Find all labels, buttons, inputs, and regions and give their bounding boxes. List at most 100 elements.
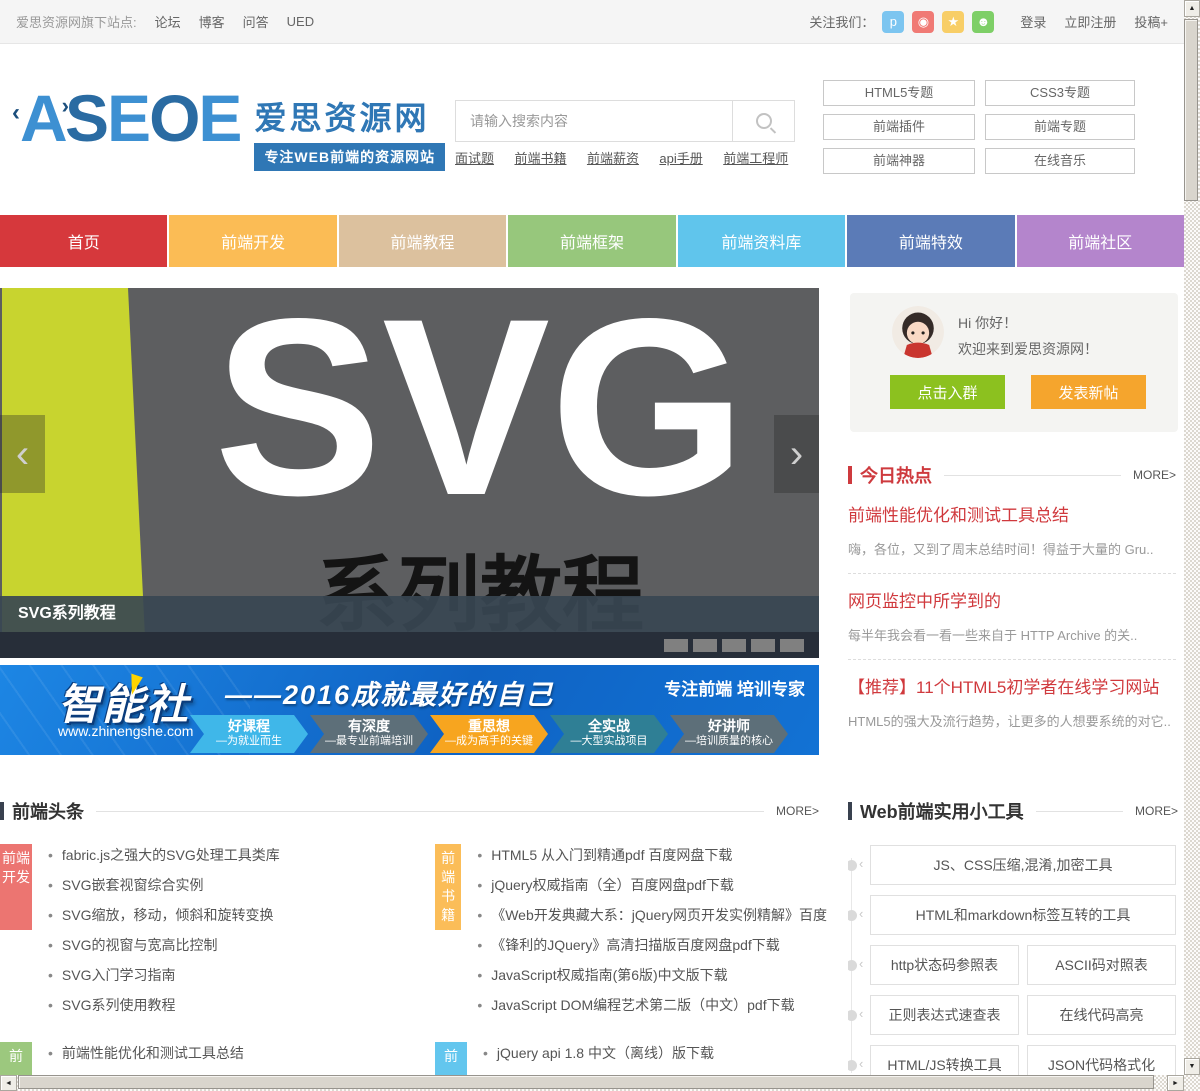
- headline-item[interactable]: 《Web开发典藏大系：jQuery网页开发实例精解》百度: [477, 900, 827, 930]
- tool-regex[interactable]: 正则表达式速查表: [870, 995, 1019, 1035]
- article-title[interactable]: 【推荐】11个HTML5初学者在线学习网站: [848, 673, 1176, 698]
- headline-item[interactable]: fabric.js之强大的SVG处理工具类库: [48, 840, 412, 870]
- carousel-dot[interactable]: [693, 638, 717, 652]
- tool-js-css-minify[interactable]: JS、CSS压缩,混淆,加密工具: [870, 845, 1176, 885]
- nav-effects[interactable]: 前端特效: [847, 215, 1015, 267]
- new-post-button[interactable]: 发表新帖: [1031, 375, 1146, 409]
- scrollbar-corner: [1184, 1075, 1200, 1091]
- vertical-scrollbar[interactable]: ▲ ▼: [1184, 0, 1200, 1075]
- tools-more-link[interactable]: MORE>: [1135, 804, 1178, 818]
- search-box: [455, 100, 795, 142]
- carousel-dot[interactable]: [751, 638, 775, 652]
- tools-section: Web前端实用小工具 MORE> ‹ JS、CSS压缩,混淆,加密工具 ‹ HT…: [848, 798, 1178, 1075]
- headline-item[interactable]: JavaScript DOM编程艺术第二版（中文）pdf下载: [477, 990, 827, 1020]
- avatar: [892, 306, 944, 358]
- wechat-icon[interactable]: ☻: [972, 10, 995, 33]
- tencent-weibo-icon[interactable]: p: [882, 10, 905, 33]
- scroll-up-button[interactable]: ▲: [1184, 0, 1200, 17]
- tool-html-markdown[interactable]: HTML和markdown标签互转的工具: [870, 895, 1176, 935]
- topic-tools[interactable]: 前端神器: [823, 148, 975, 174]
- tool-ascii[interactable]: ASCII码对照表: [1027, 945, 1176, 985]
- feature-course: 好课程 —为就业而生: [190, 715, 308, 753]
- tool-html-js-convert[interactable]: HTML/JS转换工具: [870, 1045, 1019, 1075]
- site-link-forum[interactable]: 论坛: [155, 12, 181, 31]
- sites-prefix: 爱思资源网旗下站点:: [16, 15, 137, 30]
- topic-music[interactable]: 在线音乐: [985, 148, 1135, 174]
- hot-link-api[interactable]: api手册: [659, 151, 702, 166]
- scroll-down-button[interactable]: ▼: [1184, 1058, 1200, 1075]
- nav-community[interactable]: 前端社区: [1016, 215, 1184, 267]
- carousel-dot[interactable]: [722, 638, 746, 652]
- hot-link-interview[interactable]: 面试题: [455, 151, 494, 166]
- topic-specials[interactable]: 前端专题: [985, 114, 1135, 140]
- tool-json-format[interactable]: JSON代码格式化: [1027, 1045, 1176, 1075]
- carousel-dot[interactable]: [780, 638, 804, 652]
- headline-item[interactable]: 前端性能优化和测试工具总结: [48, 1038, 412, 1068]
- hot-link-engineer[interactable]: 前端工程师: [723, 151, 788, 166]
- chevron-left-icon: ‹: [859, 956, 864, 971]
- tools-header: Web前端实用小工具 MORE>: [848, 798, 1178, 824]
- headline-item[interactable]: SVG的视窗与宽高比控制: [48, 930, 412, 960]
- hot-link-salary[interactable]: 前端薪资: [587, 151, 639, 166]
- headline-item[interactable]: 《锋利的JQuery》高清扫描版百度网盘pdf下载: [477, 930, 827, 960]
- search-input[interactable]: [456, 101, 732, 141]
- login-link[interactable]: 登录: [1020, 12, 1046, 31]
- headlines-more-link[interactable]: MORE>: [776, 804, 819, 818]
- headline-item[interactable]: SVG入门学习指南: [48, 960, 412, 990]
- headline-item[interactable]: JavaScript权威指南(第6版)中文版下载: [477, 960, 827, 990]
- headline-item[interactable]: SVG缩放，移动，倾斜和旋转变换: [48, 900, 412, 930]
- headline-item[interactable]: HTML5 从入门到精通pdf 百度网盘下载: [477, 840, 827, 870]
- group-label: 前端开发: [0, 844, 32, 930]
- site-link-ued[interactable]: UED: [287, 14, 314, 29]
- carousel-next-arrow[interactable]: ›: [774, 415, 819, 493]
- article-title[interactable]: 前端性能优化和测试工具总结: [848, 501, 1176, 526]
- headline-item[interactable]: SVG系列使用教程: [48, 990, 412, 1020]
- sina-weibo-icon[interactable]: ◉: [912, 10, 935, 33]
- vertical-scroll-thumb[interactable]: [1184, 19, 1198, 201]
- qzone-icon[interactable]: ★: [942, 10, 965, 33]
- headline-item[interactable]: jQuery api 1.8 中文（离线）版下载: [483, 1038, 827, 1068]
- join-group-button[interactable]: 点击入群: [890, 375, 1005, 409]
- search-button[interactable]: [732, 101, 794, 141]
- carousel-prev-arrow[interactable]: ‹: [0, 415, 45, 493]
- site-link-qa[interactable]: 问答: [243, 12, 269, 31]
- site-logo[interactable]: ‹ A›SEOE 爱思资源网 专注WEB前端的资源网站: [12, 85, 446, 171]
- scroll-left-button[interactable]: ◄: [0, 1075, 17, 1091]
- scroll-right-button[interactable]: ►: [1167, 1075, 1184, 1091]
- logo-text-block: 爱思资源网 专注WEB前端的资源网站: [254, 93, 446, 171]
- topic-css3[interactable]: CSS3专题: [985, 80, 1135, 106]
- nav-home[interactable]: 首页: [0, 215, 168, 267]
- article-title[interactable]: 网页监控中所学到的: [848, 587, 1176, 612]
- article-desc: HTML5的强大及流行趋势，让更多的人想要系统的对它..: [848, 714, 1171, 729]
- nav-resources[interactable]: 前端资料库: [677, 215, 846, 267]
- nav-frameworks[interactable]: 前端框架: [508, 215, 676, 267]
- nav-tutorials[interactable]: 前端教程: [338, 215, 507, 267]
- section-line: [96, 810, 764, 812]
- logo-bracket-left: ‹: [12, 99, 20, 126]
- submit-post-link[interactable]: 投稿+: [1134, 12, 1168, 31]
- carousel-dot[interactable]: [664, 638, 688, 652]
- register-link[interactable]: 立即注册: [1064, 12, 1116, 31]
- hot-link-books[interactable]: 前端书籍: [514, 151, 566, 166]
- article-desc: 嗨，各位，又到了周末总结时间！得益于大量的 Gru..: [848, 542, 1154, 557]
- hot-today-section: 今日热点 MORE> 前端性能优化和测试工具总结 嗨，各位，又到了周末总结时间！…: [848, 462, 1176, 745]
- banner-slogan: ——2016成就最好的自己: [225, 680, 555, 710]
- browser-page: 爱思资源网旗下站点: 论坛 博客 问答 UED 关注我们： p ◉ ★ ☻ 登录…: [0, 0, 1200, 1091]
- search-icon: [755, 113, 772, 129]
- topic-html5[interactable]: HTML5专题: [823, 80, 975, 106]
- ad-banner[interactable]: 智能社 www.zhinengshe.com ——2016成就最好的自己 专注前…: [0, 665, 819, 755]
- headline-item[interactable]: jQuery权威指南（全）百度网盘pdf下载: [477, 870, 827, 900]
- horizontal-scrollbar[interactable]: ◄ ►: [0, 1075, 1184, 1091]
- headline-item[interactable]: SVG嵌套视窗综合实例: [48, 870, 412, 900]
- chevron-left-icon: ‹: [859, 856, 864, 871]
- tool-http-status[interactable]: http状态码参照表: [870, 945, 1019, 985]
- tool-highlight[interactable]: 在线代码高亮: [1027, 995, 1176, 1035]
- nav-dev[interactable]: 前端开发: [169, 215, 337, 267]
- topic-plugins[interactable]: 前端插件: [823, 114, 975, 140]
- hot-today-more-link[interactable]: MORE>: [1133, 468, 1176, 482]
- site-link-blog[interactable]: 博客: [199, 12, 225, 31]
- logo-site-name: 爱思资源网: [254, 100, 430, 136]
- headline-group-books: 前端书籍 HTML5 从入门到精通pdf 百度网盘下载 jQuery权威指南（全…: [435, 840, 827, 1020]
- horizontal-scroll-thumb[interactable]: [18, 1075, 1154, 1089]
- feature-practice: 全实战 —大型实战项目: [550, 715, 668, 753]
